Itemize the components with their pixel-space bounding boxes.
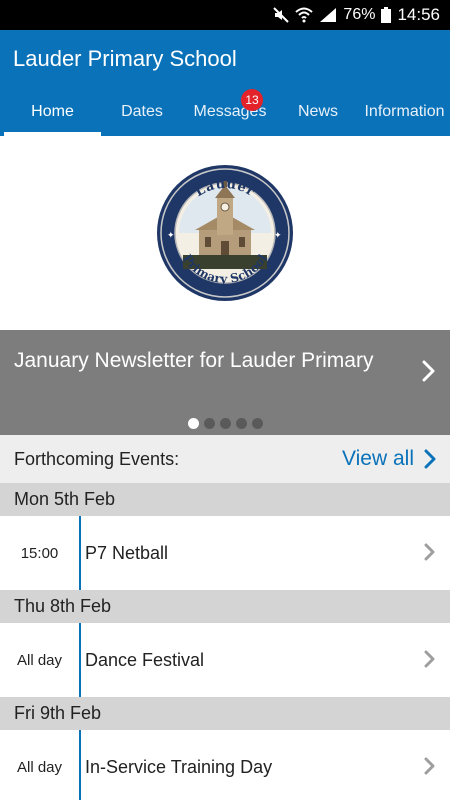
school-logo-area: ✦ ✦ Lauder Primary School xyxy=(0,136,450,330)
forthcoming-label: Forthcoming Events: xyxy=(14,448,180,469)
view-all-label: View all xyxy=(342,447,414,470)
events-list: Mon 5th Feb 15:00 P7 Netball Thu 8th Feb… xyxy=(0,483,450,800)
event-divider xyxy=(79,730,81,800)
carousel-dot[interactable] xyxy=(187,418,199,429)
tab-label: News xyxy=(297,103,338,120)
messages-count-badge: 13 xyxy=(241,89,263,111)
mute-icon xyxy=(273,7,290,23)
chevron-right-icon xyxy=(424,543,436,566)
view-all-link[interactable]: View all xyxy=(342,447,436,471)
svg-text:✦: ✦ xyxy=(274,231,282,241)
event-time: 15:00 xyxy=(20,544,59,562)
event-name: P7 Netball xyxy=(85,542,169,563)
forthcoming-events-header: Forthcoming Events: View all xyxy=(0,435,450,483)
battery-icon xyxy=(381,7,392,23)
chevron-right-icon xyxy=(424,757,436,780)
battery-level: 76% xyxy=(343,6,376,23)
tab-messages[interactable]: Messages 13 xyxy=(183,88,277,136)
wifi-icon xyxy=(295,7,314,23)
tab-dates[interactable]: Dates xyxy=(101,88,183,136)
chevron-right-icon[interactable] xyxy=(422,360,436,387)
app-bar: Lauder Primary School Home Dates Message… xyxy=(0,30,450,136)
carousel-dot[interactable] xyxy=(203,418,215,429)
carousel-title: January Newsletter for Lauder Primary xyxy=(14,349,374,372)
carousel-dot[interactable] xyxy=(219,418,231,429)
school-logo: ✦ ✦ Lauder Primary School xyxy=(157,165,293,301)
tab-home[interactable]: Home xyxy=(4,88,101,136)
event-row[interactable]: 15:00 P7 Netball xyxy=(0,516,450,590)
event-date-header: Mon 5th Feb xyxy=(0,483,450,516)
event-time: All day xyxy=(16,758,63,776)
event-name: Dance Festival xyxy=(85,649,205,670)
chevron-right-icon xyxy=(424,650,436,673)
status-bar: 76% 14:56 xyxy=(0,0,450,30)
event-row[interactable]: All day Dance Festival xyxy=(0,623,450,697)
tab-information[interactable]: Information xyxy=(359,88,450,136)
event-name: In-Service Training Day xyxy=(85,756,273,777)
tab-news[interactable]: News xyxy=(277,88,359,136)
newsletter-carousel[interactable]: January Newsletter for Lauder Primary xyxy=(0,330,450,435)
chevron-right-icon xyxy=(424,449,436,469)
event-divider xyxy=(79,516,81,590)
event-date-header: Thu 8th Feb xyxy=(0,590,450,623)
clock: 14:56 xyxy=(397,5,440,24)
tab-label: Home xyxy=(31,103,74,120)
tab-label: Information xyxy=(364,103,445,120)
svg-text:✦: ✦ xyxy=(167,231,175,241)
carousel-indicator xyxy=(0,418,450,429)
event-row[interactable]: All day In-Service Training Day xyxy=(0,730,450,800)
app-title: Lauder Primary School xyxy=(13,46,237,71)
tab-label: Dates xyxy=(121,103,163,120)
carousel-dot[interactable] xyxy=(251,418,263,429)
signal-icon xyxy=(319,7,337,23)
event-time: All day xyxy=(16,651,63,669)
carousel-dot[interactable] xyxy=(235,418,247,429)
tab-bar: Home Dates Messages 13 News Information xyxy=(0,88,450,136)
event-date-header: Fri 9th Feb xyxy=(0,697,450,730)
event-divider xyxy=(79,623,81,697)
